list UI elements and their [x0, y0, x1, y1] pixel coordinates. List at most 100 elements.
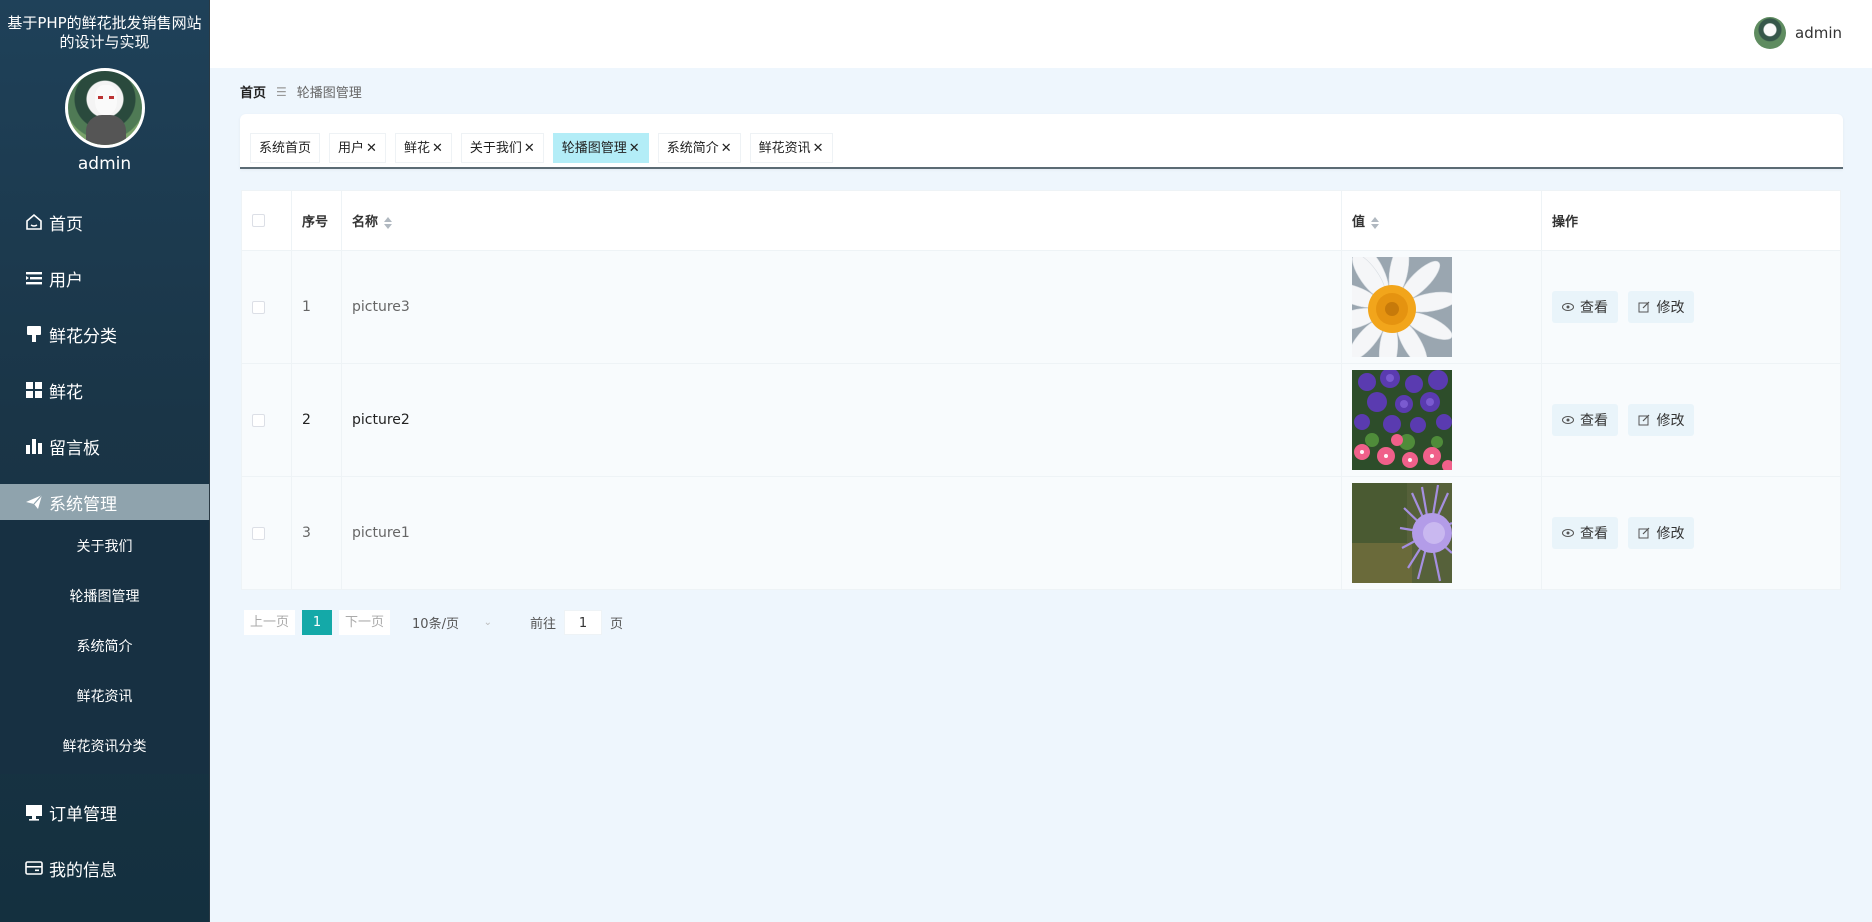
view-button[interactable]: 查看: [1552, 291, 1618, 323]
eye-icon: [1562, 527, 1574, 539]
table-header-row: 序号 名称 值 操作: [241, 190, 1841, 251]
close-icon[interactable]: ✕: [629, 141, 640, 156]
prev-page-button[interactable]: 上一页: [244, 610, 296, 635]
row-index: 3: [291, 476, 342, 590]
tab-users[interactable]: 用户 ✕: [329, 133, 386, 163]
sidebar-item-flower-category[interactable]: 鲜花分类: [0, 306, 209, 362]
row-name: picture3: [341, 250, 1342, 364]
sidebar-item-my-info[interactable]: 我的信息: [0, 840, 209, 896]
tab-label: 鲜花: [403, 141, 430, 156]
close-icon[interactable]: ✕: [721, 141, 732, 156]
sidebar-item-users[interactable]: 用户: [0, 250, 209, 306]
sidebar-item-label: 鲜花分类: [49, 326, 117, 347]
goto-label: 前往: [530, 617, 557, 632]
header-name[interactable]: 名称: [341, 190, 1342, 251]
sidebar-item-message-board[interactable]: 留言板: [0, 418, 209, 474]
sort-icon[interactable]: [384, 216, 393, 229]
sidebar-item-system-management[interactable]: 系统管理: [0, 484, 209, 520]
goto-page-input[interactable]: 1: [564, 610, 603, 635]
page-size-select[interactable]: 10条/页 ⌄: [412, 613, 492, 632]
header-name-label: 名称: [352, 215, 379, 230]
edit-button[interactable]: 修改: [1628, 517, 1695, 549]
carousel-table: 序号 名称 值 操作 1 picture3 查看 修改 2 picture2 查…: [241, 190, 1841, 590]
tab-flower-news[interactable]: 鲜花资讯 ✕: [749, 133, 833, 163]
row-actions: 查看 修改: [1541, 363, 1841, 477]
edit-label: 修改: [1656, 526, 1685, 542]
close-icon[interactable]: ✕: [432, 141, 443, 156]
pagination: 上一页 1 下一页 10条/页 ⌄ 前往 1 页: [244, 610, 623, 635]
send-icon: [24, 492, 44, 512]
sidebar-item-label: 系统管理: [49, 494, 117, 515]
tab-label: 鲜花资讯: [758, 141, 811, 156]
tab-system-intro[interactable]: 系统简介 ✕: [657, 133, 741, 163]
view-label: 查看: [1580, 300, 1608, 316]
close-icon[interactable]: ✕: [813, 141, 824, 156]
tab-about-us[interactable]: 关于我们 ✕: [460, 133, 544, 163]
sort-icon[interactable]: [1371, 216, 1380, 229]
page-suffix: 页: [610, 617, 624, 632]
header-value[interactable]: 值: [1341, 190, 1542, 251]
header-actions: 操作: [1541, 190, 1841, 251]
row-checkbox[interactable]: [252, 413, 265, 427]
sidebar-item-home[interactable]: 首页: [0, 194, 209, 250]
row-actions: 查看 修改: [1541, 476, 1841, 590]
row-checkbox[interactable]: [252, 526, 265, 540]
sidebar-username: admin: [77, 154, 132, 174]
row-index: 1: [291, 250, 342, 364]
table-row: 2 picture2 查看 修改: [241, 363, 1841, 477]
breadcrumb: 首页 ☰ 轮播图管理: [240, 82, 362, 102]
daisy-image[interactable]: [1352, 257, 1452, 357]
close-icon[interactable]: ✕: [524, 141, 535, 156]
submenu-item-carousel[interactable]: 轮播图管理: [0, 572, 209, 622]
submenu-item-flower-news[interactable]: 鲜花资讯: [0, 672, 209, 722]
list-icon: [24, 268, 44, 288]
row-name: picture1: [341, 476, 1342, 590]
topbar-username: admin: [1795, 24, 1842, 42]
user-avatar: [1754, 17, 1786, 49]
tab-label: 关于我们: [469, 141, 522, 156]
view-button[interactable]: 查看: [1552, 404, 1618, 436]
edit-icon: [1638, 301, 1650, 313]
sidebar-item-label: 用户: [49, 270, 83, 291]
tab-flowers[interactable]: 鲜花 ✕: [394, 133, 452, 163]
edit-label: 修改: [1656, 413, 1685, 429]
next-page-button[interactable]: 下一页: [339, 610, 391, 635]
sidebar: 基于PHP的鲜花批发销售网站的设计与实现 admin 首页 用户 鲜花分类 鲜花…: [0, 0, 210, 922]
submenu-item-flower-news-category[interactable]: 鲜花资讯分类: [0, 722, 209, 772]
submenu-item-about-us[interactable]: 关于我们: [0, 522, 209, 572]
edit-button[interactable]: 修改: [1628, 291, 1695, 323]
card-icon: [24, 858, 44, 878]
user-menu[interactable]: admin: [1754, 17, 1842, 49]
purple-aster-image[interactable]: [1352, 483, 1452, 583]
sidebar-item-flowers[interactable]: 鲜花: [0, 362, 209, 418]
row-value: [1341, 476, 1542, 590]
petunias-image[interactable]: [1352, 370, 1452, 470]
tab-system-home[interactable]: 系统首页: [250, 133, 321, 163]
tab-label: 系统首页: [259, 141, 312, 156]
avatar: [64, 68, 145, 148]
submenu-item-system-intro[interactable]: 系统简介: [0, 622, 209, 672]
edit-icon: [1638, 414, 1650, 426]
edit-label: 修改: [1656, 300, 1685, 316]
close-icon[interactable]: ✕: [366, 141, 377, 156]
sidebar-item-label: 留言板: [49, 438, 100, 459]
sidebar-item-label: 鲜花: [49, 382, 83, 403]
breadcrumb-home[interactable]: 首页: [240, 82, 266, 101]
eye-icon: [1562, 414, 1574, 426]
edit-button[interactable]: 修改: [1628, 404, 1695, 436]
view-button[interactable]: 查看: [1552, 517, 1618, 549]
view-label: 查看: [1580, 526, 1608, 542]
row-checkbox[interactable]: [252, 300, 265, 314]
sidebar-item-label: 订单管理: [49, 804, 117, 825]
edit-icon: [1638, 527, 1650, 539]
grid-icon: [24, 380, 44, 400]
topbar: admin: [210, 0, 1872, 68]
breadcrumb-current: 轮播图管理: [296, 86, 362, 101]
sidebar-item-orders[interactable]: 订单管理: [0, 784, 209, 840]
site-title: 基于PHP的鲜花批发销售网站的设计与实现: [7, 14, 202, 51]
tabs-bar: 系统首页 用户 ✕ 鲜花 ✕ 关于我们 ✕ 轮播图管理 ✕ 系统简介 ✕ 鲜花资讯 ✕: [240, 114, 1843, 169]
tab-carousel[interactable]: 轮播图管理 ✕: [552, 133, 649, 163]
select-all-checkbox[interactable]: [252, 214, 265, 227]
header-value-label: 值: [1352, 215, 1366, 230]
page-number-button[interactable]: 1: [302, 610, 333, 635]
